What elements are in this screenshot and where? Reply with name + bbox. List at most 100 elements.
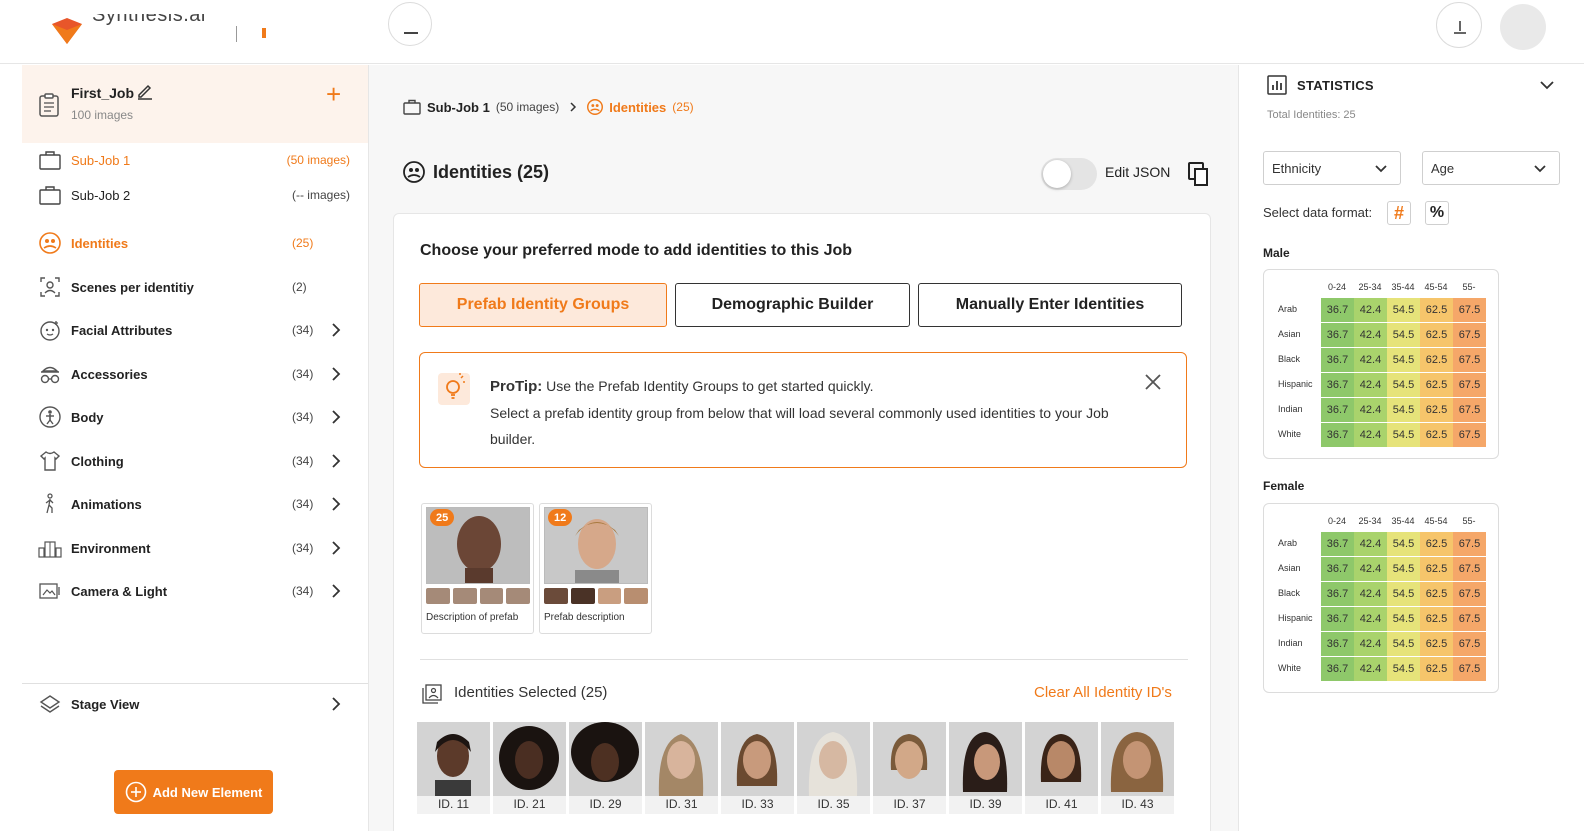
close-icon[interactable]: [1144, 373, 1162, 391]
logo-icon[interactable]: [50, 18, 84, 44]
notification-button[interactable]: [1436, 2, 1482, 48]
identity-id: ID. 29: [589, 797, 622, 811]
sidebar-item-body[interactable]: Body (34): [22, 402, 368, 432]
statistics-title: STATISTICS: [1297, 78, 1374, 93]
stage-view-item[interactable]: Stage View: [22, 689, 368, 719]
chevron-right-icon: [570, 102, 577, 112]
sidebar-item-camera-light[interactable]: Camera & Light (34): [22, 576, 368, 606]
heatmap-row-label: Arab: [1278, 304, 1298, 314]
demographic-builder-button[interactable]: Demographic Builder: [675, 283, 910, 327]
add-new-element-button[interactable]: Add New Element: [114, 770, 273, 814]
format-number-button[interactable]: #: [1387, 201, 1411, 225]
heatmap-cell: 54.5: [1387, 323, 1420, 347]
identity-tile[interactable]: ID. 29: [569, 722, 642, 814]
sidebar-item-facial-attributes[interactable]: Facial Attributes (34): [22, 315, 368, 345]
identity-tile[interactable]: ID. 39: [949, 722, 1022, 814]
heatmap-cell: 54.5: [1387, 607, 1420, 631]
lightbulb-icon: [438, 373, 470, 405]
sidebar-item-identities[interactable]: Identities (25): [22, 228, 368, 258]
heatmap-cell: 42.4: [1354, 373, 1387, 397]
menu-toggle-button[interactable]: [388, 2, 432, 46]
sidebar-item-sub-job-1[interactable]: Sub-Job 1 (50 images): [22, 145, 368, 175]
edit-pencil-icon[interactable]: [136, 82, 154, 100]
walking-icon: [38, 492, 62, 516]
sidebar-item-label: Identities: [71, 235, 129, 251]
heatmap-cell: 36.7: [1321, 348, 1354, 372]
heatmap-cell: 36.7: [1321, 657, 1354, 681]
clear-all-button[interactable]: Clear All Identity ID's: [1034, 684, 1172, 701]
protip-banner: ProTip: Use the Prefab Identity Groups t…: [419, 352, 1187, 468]
heatmap-row-label: Indian: [1278, 638, 1303, 648]
male-label: Male: [1263, 246, 1290, 260]
heatmap-cell: 42.4: [1354, 657, 1387, 681]
sidebar-item-count: (34): [292, 541, 314, 555]
chevron-down-icon[interactable]: [1539, 77, 1555, 93]
sidebar-item-accessories[interactable]: Accessories (34): [22, 359, 368, 389]
heatmap-cell: 62.5: [1420, 348, 1453, 372]
identity-tile[interactable]: ID. 37: [873, 722, 946, 814]
age-select[interactable]: Age: [1422, 151, 1560, 185]
heatmap-cell: 67.5: [1453, 298, 1486, 322]
sidebar-item-clothing[interactable]: Clothing (34): [22, 446, 368, 476]
heatmap-cell: 54.5: [1387, 582, 1420, 606]
plus-circle-icon: [125, 781, 146, 803]
identity-tile[interactable]: ID. 21: [493, 722, 566, 814]
sidebar-divider: [22, 683, 368, 684]
heatmap-cell: 36.7: [1321, 398, 1354, 422]
ethnicity-select[interactable]: Ethnicity: [1263, 151, 1401, 185]
sidebar-item-label: Accessories: [71, 366, 148, 382]
heatmap-row-label: Hispanic: [1278, 379, 1313, 389]
brand-accent: [262, 28, 266, 38]
sidebar-item-count: (2): [292, 280, 307, 294]
heatmap-column-header: 45-54: [1424, 282, 1448, 292]
heatmap-cell: 54.5: [1387, 298, 1420, 322]
format-percent-button[interactable]: %: [1425, 201, 1449, 225]
bar-chart-icon: [1267, 75, 1287, 95]
heatmap-cell: 54.5: [1387, 657, 1420, 681]
user-avatar[interactable]: [1500, 4, 1546, 50]
heatmap-cell: 42.4: [1354, 298, 1387, 322]
sidebar-item-animations[interactable]: Animations (34): [22, 489, 368, 519]
breadcrumb-sub-job-count: (50 images): [495, 100, 560, 114]
identity-tile[interactable]: ID. 41: [1025, 722, 1098, 814]
chevron-right-icon: [332, 367, 341, 381]
add-sub-job-button[interactable]: +: [326, 79, 341, 109]
identity-tile[interactable]: ID. 35: [797, 722, 870, 814]
clipboard-icon: [39, 93, 59, 117]
identity-id: ID. 37: [893, 797, 926, 811]
female-label: Female: [1263, 479, 1305, 493]
manually-enter-identities-button[interactable]: Manually Enter Identities: [918, 283, 1182, 327]
edit-json-toggle[interactable]: [1041, 158, 1097, 190]
body-icon: [38, 405, 62, 429]
breadcrumb-sub-job[interactable]: Sub-Job 1: [427, 100, 490, 115]
sidebar-item-environment[interactable]: Environment (34): [22, 533, 368, 563]
chevron-down-icon: [1375, 165, 1387, 173]
sidebar-item-sub-job-2[interactable]: Sub-Job 2 (-- images): [22, 180, 368, 210]
prefab-identity-groups-button[interactable]: Prefab Identity Groups: [419, 283, 667, 327]
job-image-count: 100 images: [71, 108, 134, 122]
job-header[interactable]: First_Job 100 images +: [22, 65, 368, 143]
identity-tile[interactable]: ID. 31: [645, 722, 718, 814]
chevron-right-icon: [332, 697, 341, 711]
identity-grid: ID. 11 ID. 21 ID. 29 ID. 31 ID. 33 ID. 3…: [417, 722, 1174, 814]
prefab-card[interactable]: 25 Description of prefab: [421, 503, 534, 634]
sidebar-item-label: Body: [71, 409, 104, 425]
section-divider: [420, 659, 1188, 660]
page-title-text: Identities (25): [433, 161, 550, 182]
heatmap-cell: 42.4: [1354, 607, 1387, 631]
identity-tile[interactable]: ID. 33: [721, 722, 794, 814]
sidebar-item-count: (34): [292, 454, 314, 468]
bell-icon: [1454, 21, 1466, 34]
heatmap-row-label: White: [1278, 663, 1302, 673]
sidebar-item-scenes[interactable]: Scenes per identitiy (2): [22, 272, 368, 302]
briefcase-icon: [403, 99, 421, 115]
sidebar-item-label: Scenes per identitiy: [71, 279, 194, 295]
copy-icon[interactable]: [1187, 161, 1211, 187]
job-title: First_Job: [71, 85, 135, 101]
prefab-card[interactable]: 12 Prefab description: [539, 503, 652, 634]
identities-icon: [587, 99, 604, 115]
heatmap-cell: 42.4: [1354, 348, 1387, 372]
main-content: Sub-Job 1 (50 images) Identities (25) Id…: [369, 65, 1238, 831]
identity-tile[interactable]: ID. 11: [417, 722, 490, 814]
identity-tile[interactable]: ID. 43: [1101, 722, 1174, 814]
